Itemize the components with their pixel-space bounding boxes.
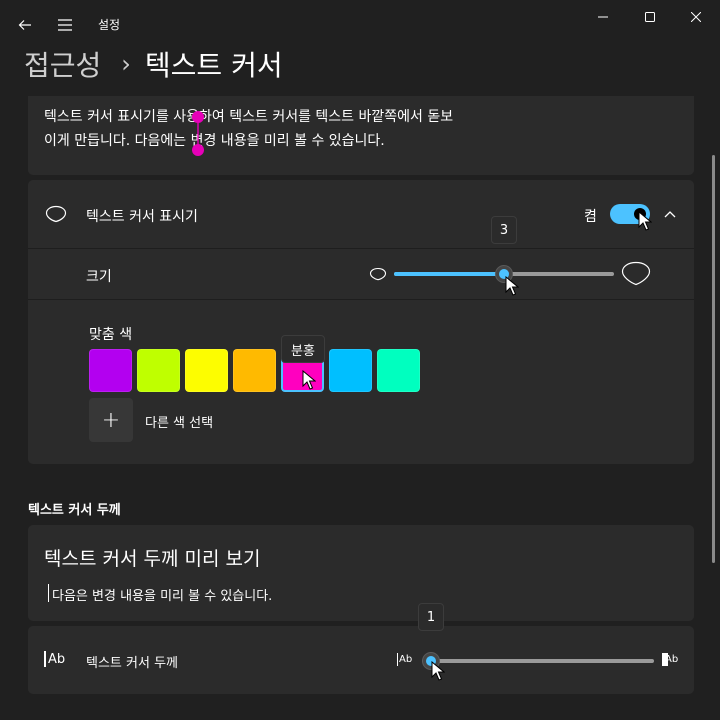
minimize-button[interactable] [580, 0, 626, 34]
thickness-slider[interactable] [422, 652, 654, 670]
expand-collapse-button[interactable] [658, 202, 682, 226]
page-title: 텍스트 커서 [144, 49, 283, 82]
size-slider[interactable] [394, 265, 614, 283]
thickness-value-tooltip: 1 [418, 603, 444, 631]
mouse-pointer-icon [638, 211, 652, 231]
breadcrumb-separator: › [121, 50, 131, 78]
thickness-section-title: 텍스트 커서 두께 [28, 503, 121, 518]
breadcrumb: 접근성 › 텍스트 커서 [24, 44, 283, 84]
close-button[interactable] [673, 0, 719, 34]
indicator-label: 텍스트 커서 표시기 [86, 209, 198, 225]
maximize-icon [645, 12, 655, 22]
color-swatch-mint[interactable] [377, 349, 420, 392]
color-swatch-sky-blue[interactable] [329, 349, 372, 392]
custom-color-label: 맞춤 색 [89, 327, 133, 343]
intro-line-1: 텍스트 커서 표시기를 사용하여 텍스트 커서를 텍스트 바깥쪽에서 돋보 [44, 109, 454, 125]
color-tooltip: 분홍 [281, 335, 325, 363]
cursor-indicator-icon [45, 205, 67, 223]
color-swatch-yellow[interactable] [185, 349, 228, 392]
cursor-indicator-preview [192, 111, 204, 156]
scrollbar[interactable] [712, 155, 715, 563]
size-large-icon [621, 261, 651, 286]
chevron-up-icon [664, 211, 676, 218]
plus-icon: + [101, 407, 121, 433]
text-cursor-caret [48, 584, 49, 602]
color-swatch-lime[interactable] [137, 349, 180, 392]
thickness-min-icon: Ab [397, 653, 413, 666]
hamburger-icon [58, 19, 72, 31]
thickness-max-icon: Ab [662, 653, 678, 666]
back-button[interactable] [10, 10, 40, 40]
size-slider-fill [394, 272, 504, 276]
intro-line-2: 이게 만듭니다. 다음에는 변경 내용을 미리 볼 수 있습니다. [44, 133, 385, 149]
size-small-icon [369, 267, 387, 281]
back-arrow-icon [18, 20, 31, 30]
mouse-pointer-icon [505, 276, 519, 296]
divider-1 [28, 248, 694, 249]
thickness-preview-title: 텍스트 커서 두께 미리 보기 [44, 548, 261, 570]
thickness-preview-card [28, 525, 694, 621]
toggle-state-label: 켬 [584, 209, 597, 225]
maximize-button[interactable] [627, 0, 673, 34]
thickness-icon: Ab [44, 651, 65, 667]
color-swatch-orange[interactable] [233, 349, 276, 392]
close-icon [691, 12, 701, 22]
thickness-slider-track [422, 659, 654, 663]
mouse-pointer-icon [302, 370, 316, 390]
nav-menu-button[interactable] [50, 10, 80, 40]
minimize-icon [598, 16, 608, 18]
other-color-label[interactable]: 다른 색 선택 [145, 412, 213, 431]
size-value-tooltip: 3 [491, 216, 517, 244]
breadcrumb-parent[interactable]: 접근성 [24, 44, 101, 84]
other-color-button[interactable]: + [89, 398, 133, 442]
mouse-pointer-icon [431, 661, 445, 681]
divider-2 [28, 299, 694, 300]
app-title: 설정 [98, 18, 121, 32]
thickness-preview-text: 다음은 변경 내용을 미리 볼 수 있습니다. [52, 589, 273, 604]
thickness-label: 텍스트 커서 두께 [86, 656, 178, 671]
size-label: 크기 [86, 269, 112, 285]
color-swatch-purple[interactable] [89, 349, 132, 392]
